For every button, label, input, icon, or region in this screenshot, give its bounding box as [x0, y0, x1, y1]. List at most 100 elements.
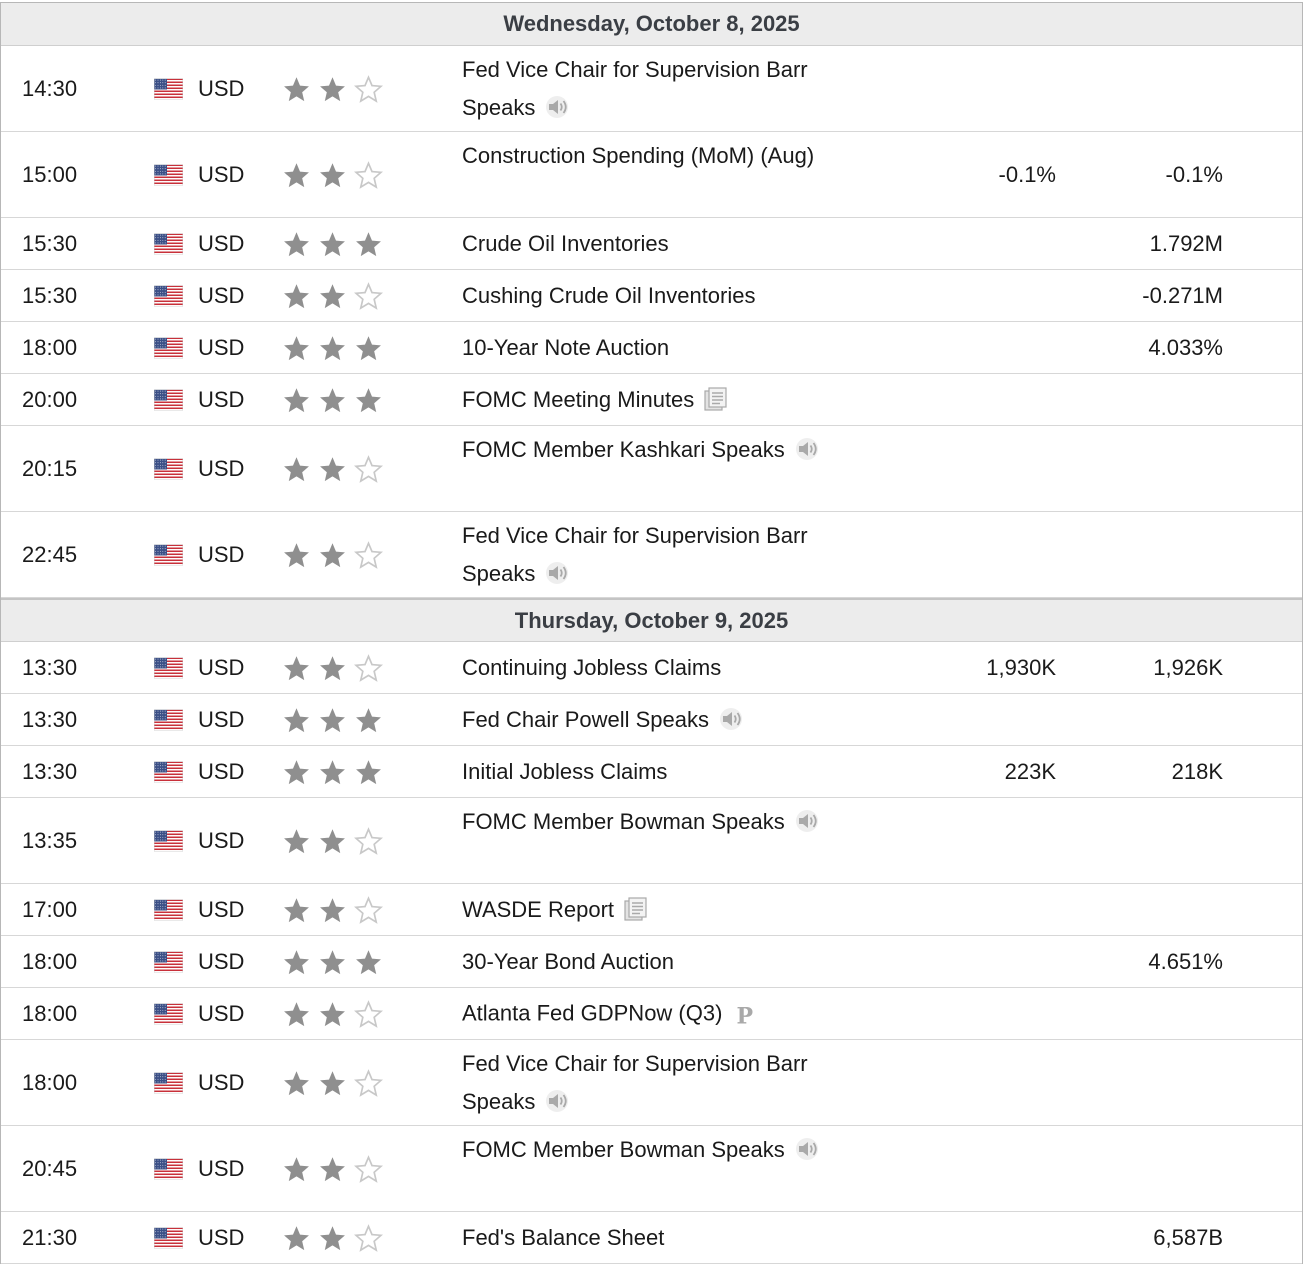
event-time: 18:00 — [22, 334, 78, 360]
star-filled-icon — [284, 1225, 309, 1250]
star-filled-icon — [320, 231, 345, 256]
event-name-cell[interactable]: 10-Year Note Auction — [462, 329, 842, 367]
event-row[interactable]: 18:00 USD Fed Vice Chair for Supervision B… — [1, 1040, 1302, 1126]
event-name[interactable]: Fed Vice Chair for Supervision Barr Spea… — [462, 57, 808, 120]
event-name-cell[interactable]: FOMC Meeting Minutes — [462, 381, 842, 419]
event-name[interactable]: Cushing Crude Oil Inventories — [462, 283, 755, 308]
event-name-cell[interactable]: FOMC Member Bowman Speaks — [462, 1131, 842, 1169]
event-name-cell[interactable]: FOMC Member Bowman Speaks — [462, 803, 842, 841]
event-name-cell[interactable]: Atlanta Fed GDPNow (Q3) P — [462, 994, 842, 1033]
event-row[interactable]: 18:00 USD 30-Year Bond Auction 4.651% — [1, 936, 1302, 988]
importance-stars — [282, 74, 383, 103]
star-filled-icon — [320, 949, 345, 974]
event-row[interactable]: 13:30 USD Continuing Jobless Claims 1,930K 1… — [1, 642, 1302, 694]
event-name[interactable]: Continuing Jobless Claims — [462, 655, 721, 680]
speaker-icon[interactable] — [795, 810, 820, 833]
star-filled-icon — [284, 759, 309, 784]
event-name-cell[interactable]: FOMC Member Kashkari Speaks — [462, 431, 842, 469]
event-row[interactable]: 13:30 USD Initial Jobless Claims 223K 218K — [1, 746, 1302, 798]
us-flag-icon — [154, 1227, 183, 1248]
event-name[interactable]: WASDE Report — [462, 897, 614, 922]
currency-code: USD — [198, 1224, 245, 1250]
event-name[interactable]: Atlanta Fed GDPNow (Q3) — [462, 1000, 722, 1025]
star-filled-icon — [284, 283, 309, 308]
event-name-cell[interactable]: Initial Jobless Claims — [462, 753, 842, 791]
event-name-cell[interactable]: Fed Chair Powell Speaks — [462, 701, 842, 739]
event-name[interactable]: FOMC Meeting Minutes — [462, 387, 694, 412]
star-empty-icon — [354, 454, 383, 483]
event-time: 21:30 — [22, 1224, 78, 1250]
event-row[interactable]: 18:00 USD 10-Year Note Auction 4.033% — [1, 322, 1302, 374]
event-row[interactable]: 13:35 USD FOMC Member Bowman Speaks — [1, 798, 1302, 884]
event-name[interactable]: Fed's Balance Sheet — [462, 1225, 664, 1250]
event-row[interactable]: 20:15 USD FOMC Member Kashkari Speaks — [1, 426, 1302, 512]
event-name[interactable]: Initial Jobless Claims — [462, 759, 667, 784]
star-filled-icon — [320, 162, 345, 187]
importance-stars — [282, 895, 383, 924]
previous-value: 4.651% — [1148, 948, 1223, 974]
day-header: Thursday, October 9, 2025 — [1, 598, 1302, 642]
event-row[interactable]: 20:00 USD FOMC Meeting Minutes — [1, 374, 1302, 426]
star-filled-icon — [320, 897, 345, 922]
event-name-cell[interactable]: Fed's Balance Sheet — [462, 1219, 842, 1257]
currency-code: USD — [198, 75, 245, 101]
star-empty-icon — [354, 74, 383, 103]
event-name[interactable]: Fed Vice Chair for Supervision Barr Spea… — [462, 523, 808, 586]
speaker-icon[interactable] — [545, 96, 570, 119]
event-time: 18:00 — [22, 948, 78, 974]
event-name[interactable]: Fed Chair Powell Speaks — [462, 707, 709, 732]
event-row[interactable]: 22:45 USD Fed Vice Chair for Supervision B… — [1, 512, 1302, 598]
event-name[interactable]: Fed Vice Chair for Supervision Barr Spea… — [462, 1051, 808, 1114]
star-filled-icon — [284, 707, 309, 732]
speaker-icon[interactable] — [795, 438, 820, 461]
event-time: 15:30 — [22, 282, 78, 308]
event-name-cell[interactable]: 30-Year Bond Auction — [462, 943, 842, 981]
star-empty-icon — [354, 999, 383, 1028]
star-empty-icon — [354, 653, 383, 682]
star-filled-icon — [284, 1001, 309, 1026]
event-row[interactable]: 18:00 USD Atlanta Fed GDPNow (Q3) P — [1, 988, 1302, 1040]
event-name-cell[interactable]: Cushing Crude Oil Inventories — [462, 277, 842, 315]
star-empty-icon — [354, 281, 383, 310]
star-filled-icon — [320, 283, 345, 308]
event-name[interactable]: 10-Year Note Auction — [462, 335, 669, 360]
speaker-icon[interactable] — [545, 1090, 570, 1113]
event-row[interactable]: 15:00 USD Construction Spending (MoM) (Aug… — [1, 132, 1302, 218]
us-flag-icon — [154, 164, 183, 185]
actual-value: 223K — [1004, 758, 1056, 784]
event-row[interactable]: 21:30 USD Fed's Balance Sheet 6,587B — [1, 1212, 1302, 1264]
event-name[interactable]: FOMC Member Bowman Speaks — [462, 1137, 785, 1162]
event-row[interactable]: 15:30 USD Cushing Crude Oil Inventories -0.… — [1, 270, 1302, 322]
star-empty-icon — [354, 1154, 383, 1183]
speaker-icon[interactable] — [545, 562, 570, 585]
event-time: 13:30 — [22, 654, 78, 680]
document-icon[interactable] — [704, 387, 728, 411]
event-name[interactable]: 30-Year Bond Auction — [462, 949, 674, 974]
event-row[interactable]: 17:00 USD WASDE Report — [1, 884, 1302, 936]
importance-stars — [282, 999, 383, 1028]
speaker-icon[interactable] — [719, 707, 744, 730]
event-row[interactable]: 15:30 USD Crude Oil Inventories 1.792M — [1, 218, 1302, 270]
importance-stars — [282, 826, 383, 855]
event-name[interactable]: FOMC Member Kashkari Speaks — [462, 437, 785, 462]
event-name[interactable]: Crude Oil Inventories — [462, 231, 669, 256]
event-name-cell[interactable]: Fed Vice Chair for Supervision Barr Spea… — [462, 1045, 842, 1121]
event-name-cell[interactable]: Fed Vice Chair for Supervision Barr Spea… — [462, 51, 842, 127]
event-name-cell[interactable]: Construction Spending (MoM) (Aug) — [462, 137, 842, 175]
event-name[interactable]: Construction Spending (MoM) (Aug) — [462, 143, 814, 168]
event-name[interactable]: FOMC Member Bowman Speaks — [462, 809, 785, 834]
event-time: 14:30 — [22, 75, 78, 101]
speaker-icon[interactable] — [795, 1138, 820, 1161]
event-row[interactable]: 14:30 USD Fed Vice Chair for Supervision B… — [1, 46, 1302, 132]
event-name-cell[interactable]: WASDE Report — [462, 891, 842, 929]
event-name-cell[interactable]: Continuing Jobless Claims — [462, 649, 842, 687]
preliminary-icon[interactable]: P — [736, 1003, 753, 1029]
event-name-cell[interactable]: Fed Vice Chair for Supervision Barr Spea… — [462, 517, 842, 593]
event-row[interactable]: 20:45 USD FOMC Member Bowman Speaks — [1, 1126, 1302, 1212]
document-icon[interactable] — [624, 897, 648, 921]
us-flag-icon — [154, 1158, 183, 1179]
currency-code: USD — [198, 161, 245, 187]
event-name-cell[interactable]: Crude Oil Inventories — [462, 225, 842, 263]
event-row[interactable]: 13:30 USD Fed Chair Powell Speaks — [1, 694, 1302, 746]
star-filled-icon — [320, 76, 345, 101]
